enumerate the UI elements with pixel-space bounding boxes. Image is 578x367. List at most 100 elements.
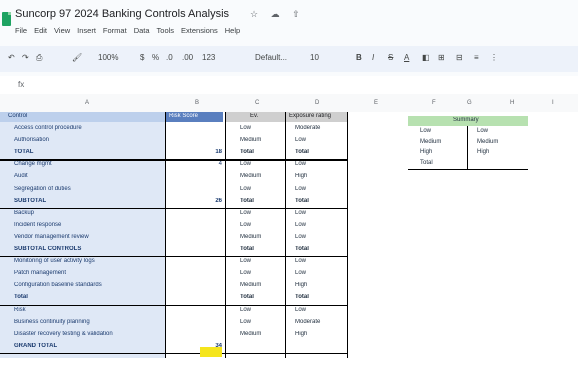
table-row[interactable]: Disaster recovery testing & validation Me… (0, 330, 348, 340)
italic-button[interactable]: I (372, 53, 374, 62)
table-row[interactable]: Access control procedure Low Moderate (0, 124, 348, 134)
sheets-icon[interactable] (2, 12, 11, 26)
cell-exposure[interactable]: Moderate (295, 125, 345, 131)
bold-button[interactable]: B (356, 53, 362, 62)
more-icon[interactable]: ⋮ (490, 53, 498, 62)
cell-exposure[interactable]: Low (295, 222, 345, 228)
cell-control[interactable]: Total (14, 294, 164, 300)
cell-control[interactable]: Access control procedure (14, 125, 164, 131)
cell-control[interactable]: Monitoring of user activity logs (14, 258, 164, 264)
table-row[interactable]: Incident response Low Low (0, 221, 348, 231)
cell-ev[interactable]: Low (240, 270, 270, 276)
print-icon[interactable]: ⎙ (36, 53, 42, 63)
column-header-d[interactable]: D (315, 100, 319, 106)
cell-ev[interactable]: Low (240, 319, 270, 325)
redo-icon[interactable]: ↷ (22, 53, 29, 62)
cell-control[interactable]: Segregation of duties (14, 186, 164, 192)
cell-exposure[interactable]: High (295, 173, 345, 179)
cell-control[interactable]: Change mgmt (14, 161, 164, 167)
cell-ev[interactable]: Medium (240, 234, 270, 240)
cell-control[interactable]: TOTAL (14, 149, 164, 155)
cell-ev[interactable]: Total (240, 198, 270, 204)
cell-ev[interactable]: Low (240, 258, 270, 264)
cell-control[interactable]: Vendor management review (14, 234, 164, 240)
spreadsheet-grid[interactable]: Control Risk Score Ev. Exposure rating A… (0, 112, 578, 367)
cell-control[interactable]: Backup (14, 210, 164, 216)
cell-exposure[interactable]: Low (295, 161, 345, 167)
header-exposure[interactable]: Exposure rating (285, 112, 347, 122)
cell-ev[interactable]: Total (240, 294, 270, 300)
cell-ev[interactable]: Total (240, 149, 270, 155)
menu-tools[interactable]: Tools (157, 26, 175, 35)
cell-control[interactable]: Configuration baseline standards (14, 282, 164, 288)
menu-view[interactable]: View (54, 26, 70, 35)
increase-decimal-button[interactable]: .00 (182, 53, 193, 62)
summary-row[interactable]: High High (420, 149, 530, 159)
column-header-c[interactable]: C (255, 100, 259, 106)
header-ev[interactable]: Ev. (226, 112, 285, 122)
cell-ev[interactable]: Medium (240, 137, 270, 143)
menu-format[interactable]: Format (103, 26, 127, 35)
table-row[interactable]: Audit Medium High (0, 172, 348, 182)
cell-control[interactable]: Disaster recovery testing & validation (14, 331, 164, 337)
merge-icon[interactable]: ⊟ (456, 53, 463, 62)
cell-ev[interactable]: Low (240, 222, 270, 228)
table-row[interactable]: Business continuity planning Low Moderate (0, 318, 348, 328)
cell-exposure[interactable]: High (295, 331, 345, 337)
cell-control[interactable]: Audit (14, 173, 164, 179)
cell-exposure[interactable]: Total (295, 294, 345, 300)
cell-exposure[interactable]: Low (295, 270, 345, 276)
currency-button[interactable]: $ (140, 53, 144, 62)
table-row[interactable]: Backup Low Low (0, 209, 348, 219)
align-icon[interactable]: ≡ (474, 53, 479, 62)
cell-exposure[interactable]: Low (295, 234, 345, 240)
percent-button[interactable]: % (152, 53, 159, 62)
document-title[interactable]: Suncorp 97 2024 Banking Controls Analysi… (15, 8, 229, 20)
cell-risk-score[interactable]: 26 (166, 198, 222, 204)
header-risk-score[interactable]: Risk Score (165, 112, 223, 122)
more-formats-button[interactable]: 123 (202, 53, 215, 62)
paint-format-icon[interactable]: 🖌 (72, 53, 82, 62)
font-size-input[interactable]: 10 (310, 53, 319, 62)
cell-exposure[interactable]: High (295, 282, 345, 288)
text-color-button[interactable]: A (404, 53, 409, 62)
menu-file[interactable]: File (15, 26, 27, 35)
summary-row[interactable]: Total (420, 160, 530, 170)
table-row[interactable]: Configuration baseline standards Medium Hi… (0, 281, 348, 291)
title-icons[interactable]: ☆ ☁ ⇧ (250, 9, 305, 20)
menu-data[interactable]: Data (134, 26, 150, 35)
cell-control[interactable]: Business continuity planning (14, 319, 164, 325)
table-row[interactable]: GRAND TOTAL 34 (0, 342, 348, 352)
cell-ev[interactable]: Low (240, 307, 270, 313)
borders-icon[interactable]: ⊞ (438, 53, 445, 62)
cell-ev[interactable]: Low (240, 186, 270, 192)
zoom-select[interactable]: 100% (98, 53, 118, 62)
menu-extensions[interactable]: Extensions (181, 26, 218, 35)
cell-exposure[interactable]: Low (295, 210, 345, 216)
cell-control[interactable]: GRAND TOTAL (14, 343, 164, 349)
table-row[interactable]: Change mgmt 4 Low Low (0, 160, 348, 170)
undo-icon[interactable]: ↶ (8, 53, 15, 62)
cell-ev[interactable]: Total (240, 246, 270, 252)
cell-exposure[interactable]: Low (295, 307, 345, 313)
cell-exposure[interactable]: Low (295, 186, 345, 192)
summary-row[interactable]: Medium Medium (420, 139, 530, 149)
decrease-decimal-button[interactable]: .0 (166, 53, 173, 62)
table-row[interactable]: SUBTOTAL CONTROLS Total Total (0, 245, 348, 255)
cell-risk-score[interactable]: 18 (166, 149, 222, 155)
cell-ev[interactable]: Medium (240, 331, 270, 337)
table-row[interactable]: SUBTOTAL 26 Total Total (0, 197, 348, 207)
cell-control[interactable]: SUBTOTAL (14, 198, 164, 204)
summary-header[interactable]: Summary (408, 116, 528, 126)
table-row[interactable]: TOTAL 18 Total Total (0, 148, 348, 158)
cell-exposure[interactable]: Total (295, 246, 345, 252)
cell-exposure[interactable]: Total (295, 198, 345, 204)
cell-exposure[interactable]: Low (295, 137, 345, 143)
column-header-f[interactable]: F (432, 100, 436, 106)
table-row[interactable]: Authorisation Medium Low (0, 136, 348, 146)
cell-ev[interactable]: Low (240, 125, 270, 131)
font-select[interactable]: Default... (255, 53, 287, 62)
menu-help[interactable]: Help (225, 26, 240, 35)
column-header-a[interactable]: A (85, 100, 89, 106)
table-row[interactable]: Vendor management review Medium Low (0, 233, 348, 243)
